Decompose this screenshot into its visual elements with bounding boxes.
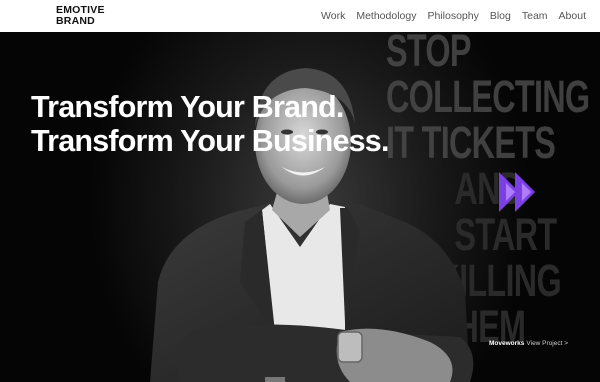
project-name: Moveworks <box>489 340 525 347</box>
fast-forward-logo-icon <box>499 172 535 212</box>
logo-line2: BRAND <box>56 15 95 27</box>
brand-logo[interactable]: EMOTIVE BRAND <box>56 5 105 27</box>
nav-item-work[interactable]: Work <box>321 10 345 22</box>
headline-line2: Transform Your Business. <box>31 124 389 158</box>
nav-item-team[interactable]: Team <box>522 10 548 22</box>
nav-item-about[interactable]: About <box>559 10 586 22</box>
hero-headline: Transform Your Brand. Transform Your Bus… <box>31 90 389 158</box>
nav-item-blog[interactable]: Blog <box>490 10 511 22</box>
nav-item-philosophy[interactable]: Philosophy <box>427 10 478 22</box>
headline-line1: Transform Your Brand. <box>31 90 344 124</box>
hero-section: STOP COLLECTING IT TICKETS AND START KIL… <box>0 32 600 382</box>
view-project-link[interactable]: Moveworks View Project > <box>489 340 568 347</box>
main-nav: Work Methodology Philosophy Blog Team Ab… <box>321 0 586 32</box>
nav-item-methodology[interactable]: Methodology <box>356 10 416 22</box>
top-navbar: EMOTIVE BRAND Work Methodology Philosoph… <box>0 0 600 32</box>
view-project-cta: View Project > <box>526 340 569 347</box>
